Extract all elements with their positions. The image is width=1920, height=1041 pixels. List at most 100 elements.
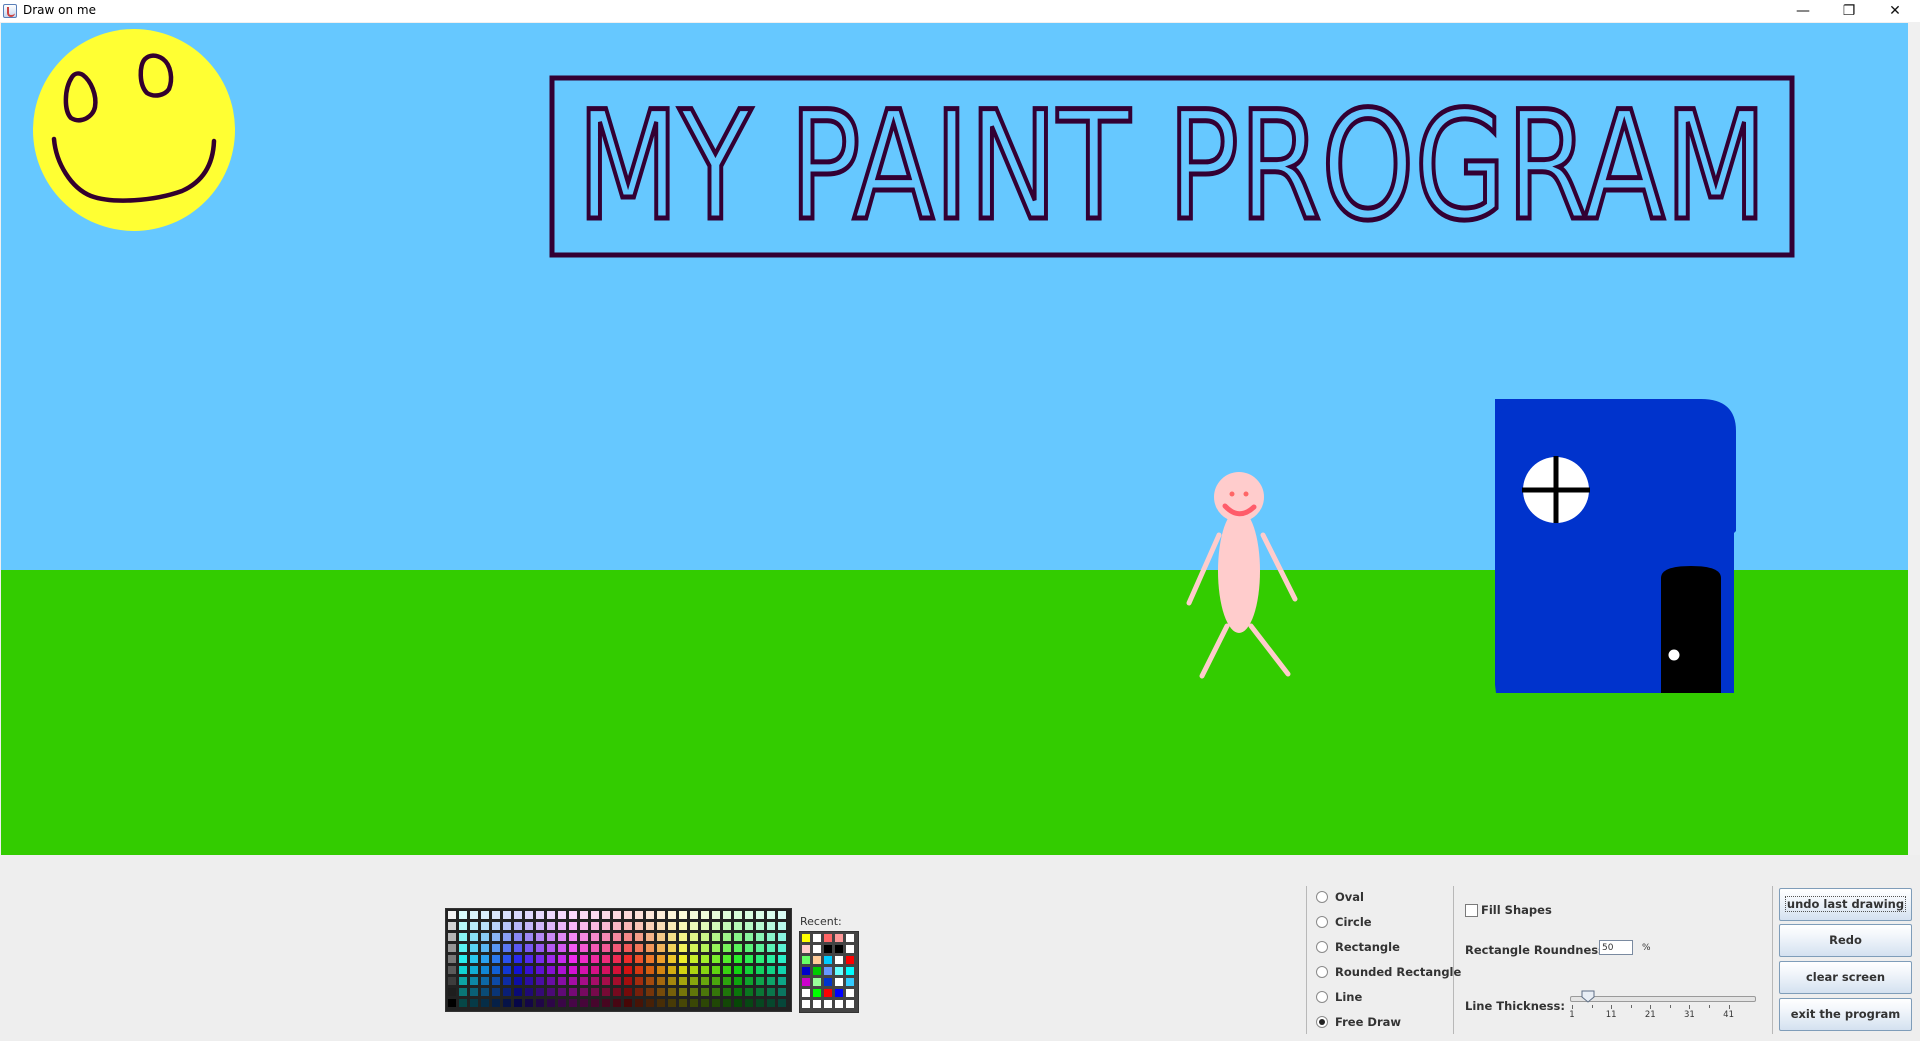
palette-swatch[interactable] [459,999,467,1007]
palette-swatch[interactable] [591,955,599,963]
palette-swatch[interactable] [558,955,566,963]
palette-swatch[interactable] [591,966,599,974]
palette-swatch[interactable] [712,966,720,974]
palette-swatch[interactable] [723,999,731,1007]
recent-swatch[interactable] [835,967,843,975]
palette-swatch[interactable] [580,944,588,952]
palette-swatch[interactable] [459,911,467,919]
palette-swatch[interactable] [657,966,665,974]
palette-swatch[interactable] [448,911,456,919]
palette-swatch[interactable] [558,911,566,919]
palette-swatch[interactable] [624,911,632,919]
palette-swatch[interactable] [624,933,632,941]
palette-swatch[interactable] [723,911,731,919]
palette-swatch[interactable] [514,988,522,996]
palette-swatch[interactable] [657,999,665,1007]
palette-swatch[interactable] [525,999,533,1007]
palette-swatch[interactable] [635,922,643,930]
palette-swatch[interactable] [635,966,643,974]
palette-swatch[interactable] [767,955,775,963]
palette-swatch[interactable] [602,966,610,974]
recent-swatch[interactable] [802,934,810,942]
palette-swatch[interactable] [503,999,511,1007]
palette-swatch[interactable] [602,999,610,1007]
palette-swatch[interactable] [690,988,698,996]
radio-circle-indicator[interactable] [1316,991,1328,1003]
palette-swatch[interactable] [679,911,687,919]
palette-swatch[interactable] [448,944,456,952]
palette-swatch[interactable] [679,977,687,985]
palette-swatch[interactable] [470,988,478,996]
palette-swatch[interactable] [514,933,522,941]
palette-swatch[interactable] [723,988,731,996]
palette-swatch[interactable] [657,944,665,952]
palette-swatch[interactable] [481,977,489,985]
redo-button[interactable]: Redo [1779,924,1912,957]
palette-swatch[interactable] [624,955,632,963]
palette-swatch[interactable] [481,955,489,963]
palette-swatch[interactable] [569,922,577,930]
palette-swatch[interactable] [767,944,775,952]
palette-swatch[interactable] [734,922,742,930]
palette-swatch[interactable] [756,922,764,930]
palette-swatch[interactable] [745,977,753,985]
recent-swatch[interactable] [824,945,832,953]
palette-swatch[interactable] [613,955,621,963]
palette-swatch[interactable] [679,922,687,930]
palette-swatch[interactable] [536,933,544,941]
recent-swatch[interactable] [802,945,810,953]
palette-swatch[interactable] [657,988,665,996]
palette-swatch[interactable] [668,922,676,930]
restore-button[interactable]: ❐ [1826,0,1872,22]
palette-swatch[interactable] [767,966,775,974]
palette-swatch[interactable] [756,911,764,919]
palette-swatch[interactable] [646,911,654,919]
palette-swatch[interactable] [503,944,511,952]
palette-swatch[interactable] [470,966,478,974]
palette-swatch[interactable] [778,933,786,941]
palette-swatch[interactable] [734,955,742,963]
palette-swatch[interactable] [547,944,555,952]
palette-swatch[interactable] [459,933,467,941]
palette-swatch[interactable] [712,955,720,963]
palette-swatch[interactable] [602,988,610,996]
palette-swatch[interactable] [602,977,610,985]
palette-swatch[interactable] [525,944,533,952]
palette-swatch[interactable] [613,911,621,919]
palette-swatch[interactable] [448,966,456,974]
palette-swatch[interactable] [624,999,632,1007]
palette-swatch[interactable] [679,933,687,941]
palette-swatch[interactable] [778,966,786,974]
palette-swatch[interactable] [459,988,467,996]
palette-swatch[interactable] [602,911,610,919]
palette-swatch[interactable] [470,977,478,985]
palette-swatch[interactable] [767,999,775,1007]
palette-swatch[interactable] [591,944,599,952]
palette-swatch[interactable] [712,911,720,919]
palette-swatch[interactable] [602,922,610,930]
palette-swatch[interactable] [756,988,764,996]
recent-swatch[interactable] [846,1000,854,1008]
recent-swatch[interactable] [813,945,821,953]
palette-swatch[interactable] [558,977,566,985]
palette-swatch[interactable] [591,911,599,919]
palette-swatch[interactable] [602,933,610,941]
palette-swatch[interactable] [756,977,764,985]
palette-swatch[interactable] [569,977,577,985]
palette-swatch[interactable] [492,955,500,963]
palette-swatch[interactable] [525,966,533,974]
radio-circle-indicator[interactable] [1316,891,1328,903]
recent-swatch[interactable] [802,967,810,975]
palette-swatch[interactable] [514,966,522,974]
palette-swatch[interactable] [547,999,555,1007]
palette-swatch[interactable] [591,922,599,930]
palette-swatch[interactable] [668,955,676,963]
palette-swatch[interactable] [646,988,654,996]
palette-swatch[interactable] [580,977,588,985]
palette-swatch[interactable] [514,977,522,985]
palette-swatch[interactable] [558,966,566,974]
palette-swatch[interactable] [723,966,731,974]
palette-swatch[interactable] [734,933,742,941]
palette-swatch[interactable] [745,999,753,1007]
recent-swatch[interactable] [835,989,843,997]
